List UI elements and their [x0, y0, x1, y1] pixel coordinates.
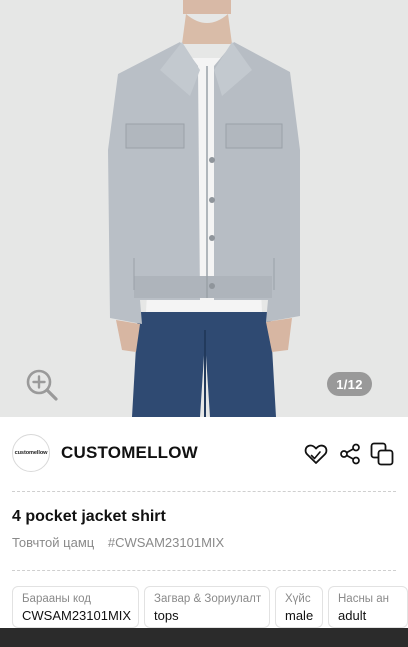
product-tag[interactable]: #CWSAM23101MIX [108, 535, 224, 550]
brand-row: customellow CUSTOMELLOW [0, 417, 408, 491]
bottom-bar [0, 628, 408, 647]
attribute-value: adult [338, 608, 367, 623]
attribute-label: Хүйс [285, 593, 311, 605]
share-icon [340, 443, 360, 465]
brand-name[interactable]: CUSTOMELLOW [61, 443, 198, 463]
brand-logo[interactable]: customellow [12, 434, 50, 472]
attribute-value: male [285, 608, 314, 623]
attribute-value: tops [154, 608, 179, 623]
divider [12, 570, 396, 571]
product-title: 4 pocket jacket shirt [12, 508, 166, 525]
zoom-in-icon[interactable] [24, 367, 60, 403]
product-meta: Товчтой цамц #CWSAM23101MIX [12, 535, 224, 550]
product-photo [0, 0, 408, 417]
attribute-chip-gender: Хүйс male [275, 586, 323, 628]
copy-icon [370, 442, 394, 466]
attribute-label: Насны ан [338, 593, 390, 605]
like-button[interactable] [303, 441, 329, 467]
attribute-label: Барааны код [22, 593, 91, 605]
brand-logo-text: customellow [14, 450, 48, 456]
attribute-chip-style: Загвар & Зориулалт tops [144, 586, 270, 628]
image-counter: 1/12 [327, 372, 372, 396]
copy-button[interactable] [369, 441, 395, 467]
product-category[interactable]: Товчтой цамц [12, 535, 94, 550]
product-image-gallery[interactable]: 1/12 [0, 0, 408, 417]
attribute-label: Загвар & Зориулалт [154, 593, 262, 605]
attribute-value: CWSAM23101MIX [22, 608, 132, 623]
divider [12, 491, 396, 492]
attribute-chip-product-code: Барааны код CWSAM23101MIX [12, 586, 139, 628]
attribute-chip-age: Насны ан adult [328, 586, 408, 628]
attribute-list[interactable]: Барааны код CWSAM23101MIX Загвар & Зориу… [12, 586, 408, 628]
heart-icon [304, 444, 328, 464]
share-button[interactable] [337, 441, 363, 467]
